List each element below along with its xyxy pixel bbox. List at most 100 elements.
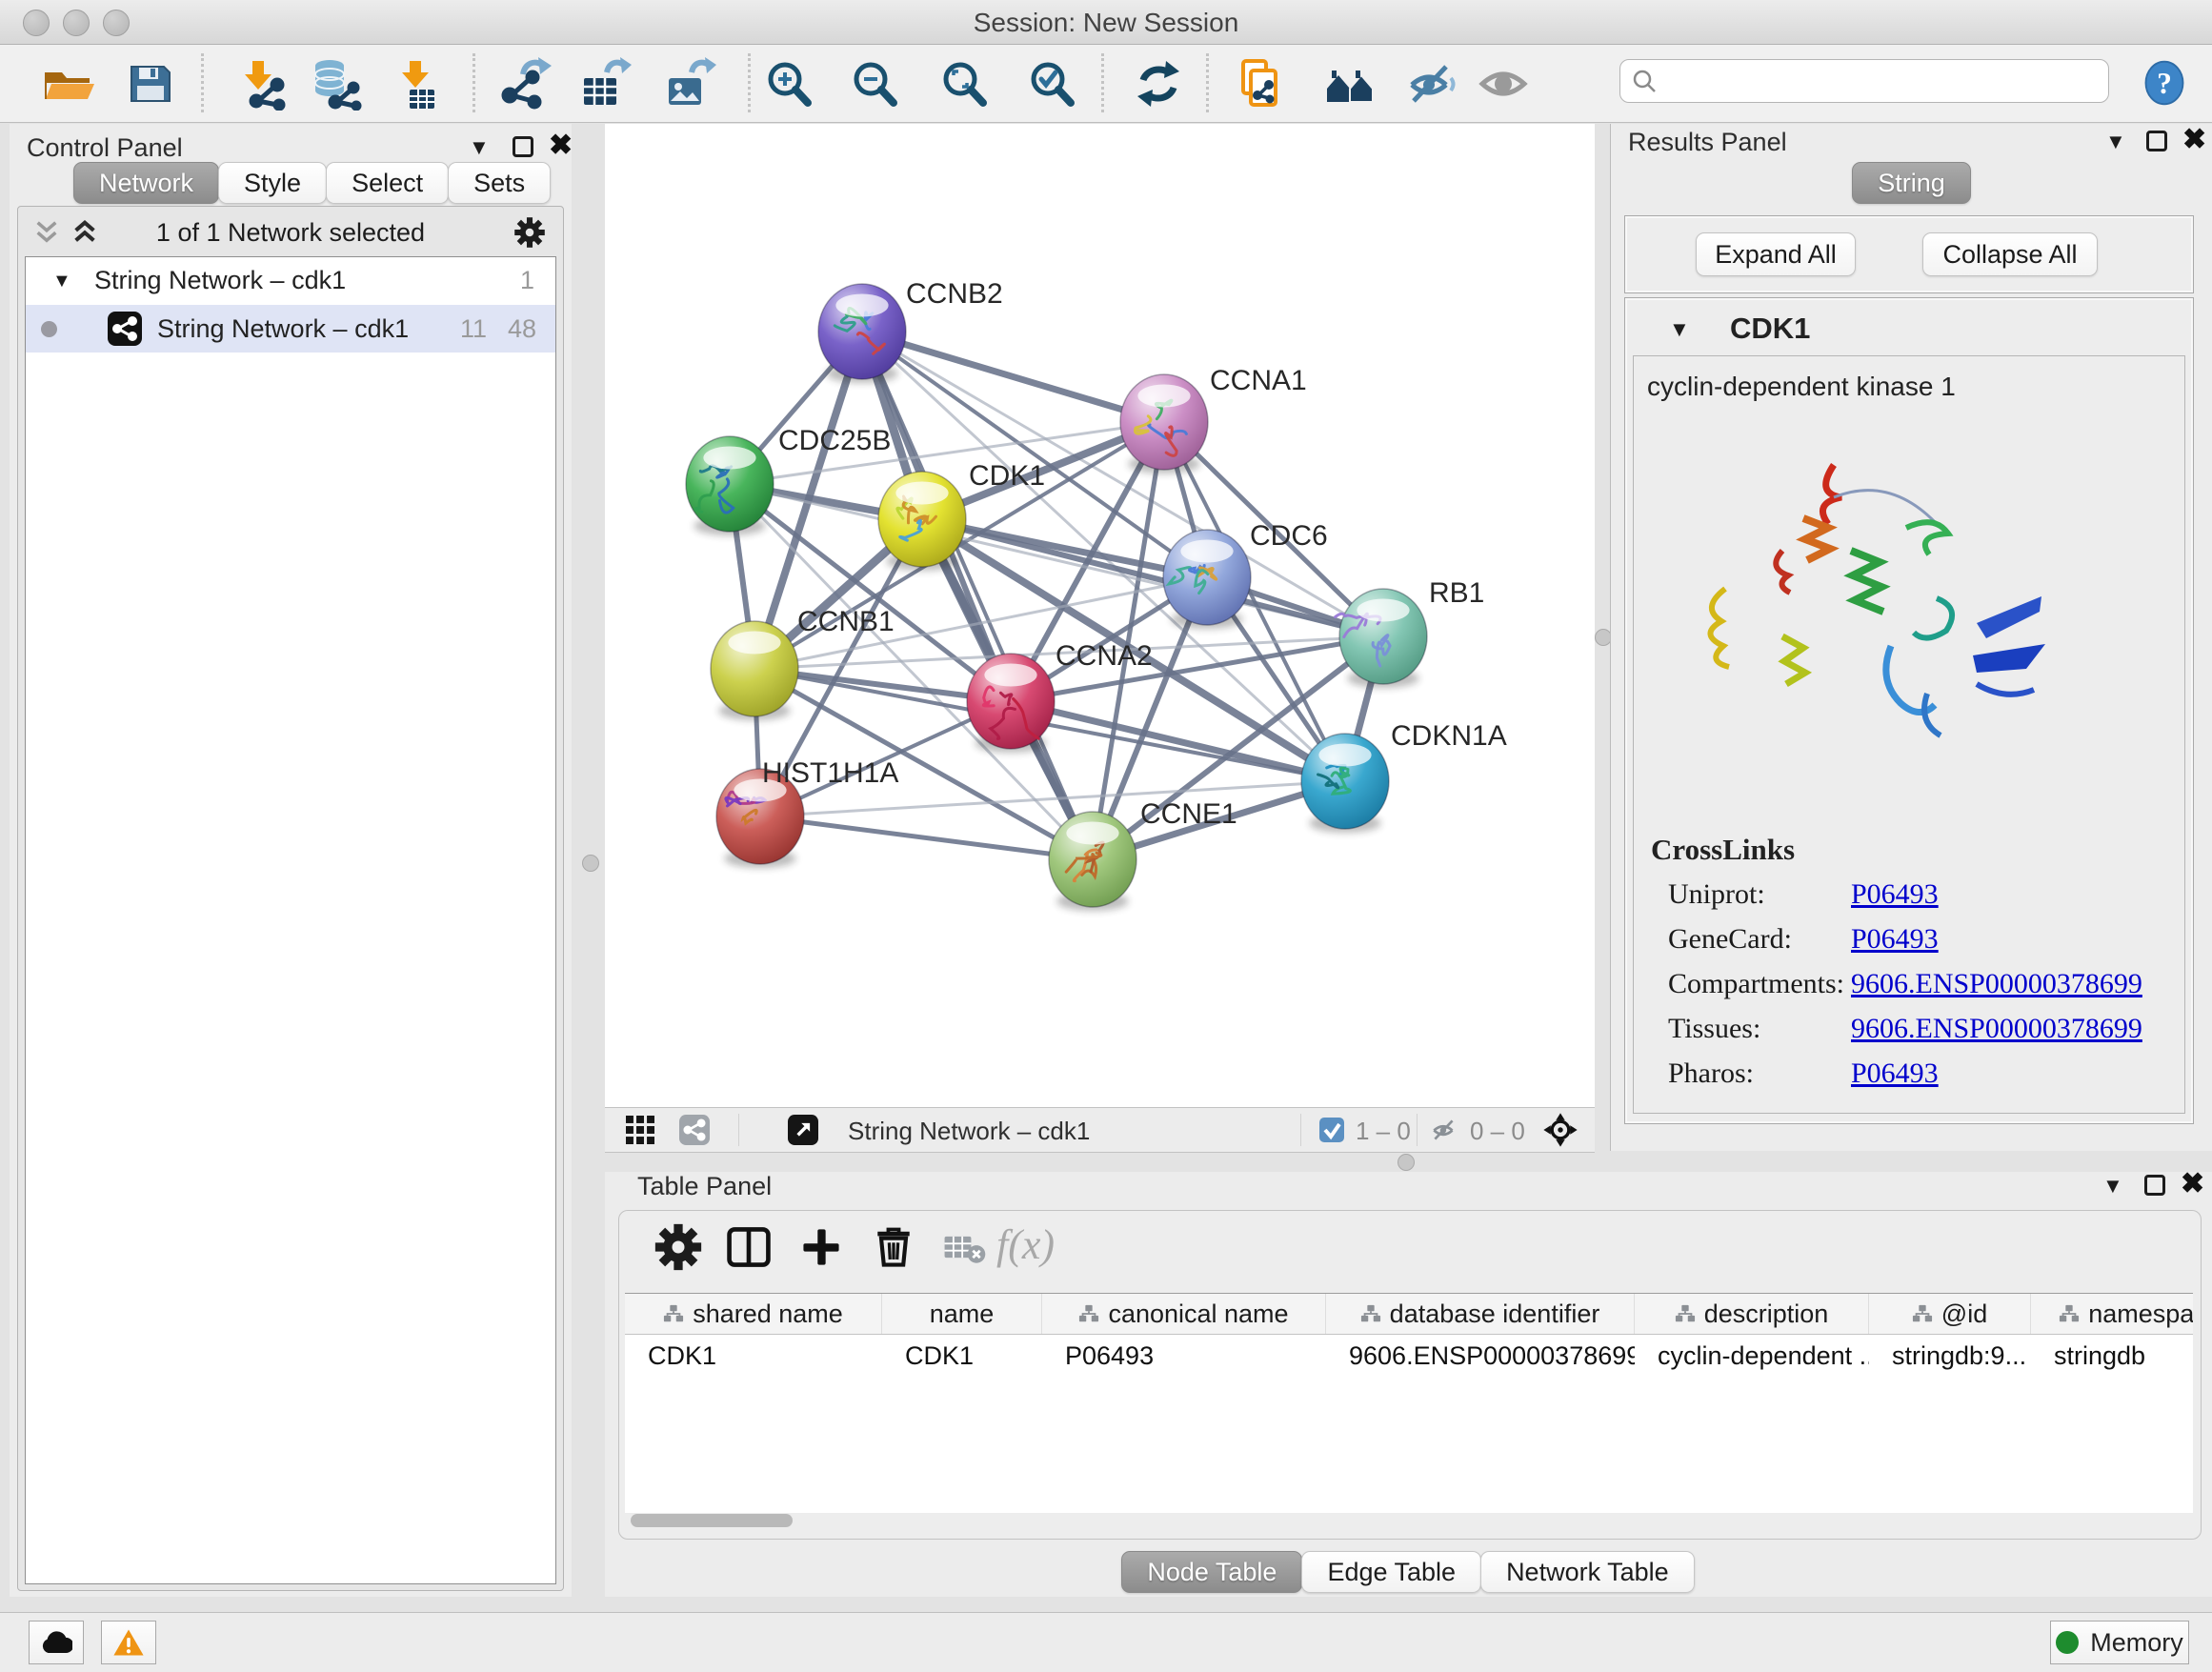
search-field[interactable] bbox=[1619, 59, 2109, 103]
warnings-button[interactable] bbox=[101, 1621, 156, 1664]
network-edge[interactable] bbox=[760, 816, 1093, 859]
grid-view-icon[interactable] bbox=[626, 1116, 654, 1149]
column-header-namespace[interactable]: namespace bbox=[2031, 1294, 2193, 1334]
crosslink-value-link[interactable]: P06493 bbox=[1851, 878, 1939, 911]
panel-menu-icon[interactable]: ▼ bbox=[469, 137, 490, 158]
tab-network[interactable]: Network bbox=[73, 162, 219, 204]
hide-selected-icon[interactable] bbox=[1404, 57, 1458, 111]
tab-network-table[interactable]: Network Table bbox=[1480, 1551, 1695, 1593]
panel-float-icon[interactable] bbox=[513, 136, 533, 157]
table-cell[interactable]: 9606.ENSP00000378699 bbox=[1326, 1335, 1635, 1377]
refresh-view-icon[interactable] bbox=[1132, 57, 1185, 111]
tab-edge-table[interactable]: Edge Table bbox=[1301, 1551, 1481, 1593]
network-row-selected[interactable]: String Network – cdk1 11 48 bbox=[26, 305, 555, 353]
column-header--id[interactable]: @id bbox=[1869, 1294, 2031, 1334]
collapse-all-button[interactable]: Collapse All bbox=[1922, 232, 2098, 276]
tree-expander-icon[interactable]: ▼ bbox=[52, 271, 71, 292]
tab-select[interactable]: Select bbox=[326, 162, 449, 204]
search-input[interactable] bbox=[1657, 66, 2070, 97]
add-column-icon[interactable] bbox=[796, 1222, 846, 1272]
horizontal-scrollbar[interactable] bbox=[631, 1514, 793, 1527]
help-icon[interactable]: ? bbox=[2140, 58, 2189, 108]
crosslink-value-link[interactable]: 9606.ENSP00000378699 bbox=[1851, 1013, 2142, 1045]
panel-float-icon[interactable] bbox=[2144, 1175, 2165, 1196]
show-columns-icon[interactable] bbox=[724, 1222, 774, 1272]
network-node-ccne1[interactable]: CCNE1 bbox=[1049, 798, 1237, 911]
panel-float-icon[interactable] bbox=[2146, 131, 2167, 151]
zoom-fit-icon[interactable] bbox=[937, 57, 991, 111]
open-session-icon[interactable] bbox=[41, 57, 94, 111]
column-header-canonical-name[interactable]: canonical name bbox=[1042, 1294, 1326, 1334]
node-description: cyclin-dependent kinase 1 bbox=[1647, 372, 1956, 402]
duplicate-network-icon[interactable] bbox=[1234, 57, 1287, 111]
show-hidden-icon[interactable] bbox=[1477, 57, 1530, 111]
detach-view-icon[interactable] bbox=[788, 1115, 818, 1150]
table-cell[interactable]: P06493 bbox=[1042, 1335, 1326, 1377]
network-node-cdk1[interactable]: CDK1 bbox=[878, 460, 1045, 571]
network-node-rb1[interactable]: RB1 bbox=[1336, 577, 1485, 688]
tab-node-table[interactable]: Node Table bbox=[1121, 1551, 1302, 1593]
toolbar-separator bbox=[1101, 53, 1104, 112]
table-cell[interactable]: CDK1 bbox=[625, 1335, 882, 1377]
cloud-button[interactable] bbox=[29, 1621, 84, 1664]
network-node-cdkn1a[interactable]: CDKN1A bbox=[1301, 720, 1507, 833]
node-label: CCNE1 bbox=[1140, 798, 1237, 830]
crosslink-value-link[interactable]: P06493 bbox=[1851, 923, 1939, 956]
hierarchy-icon bbox=[1675, 1303, 1696, 1324]
export-image-icon[interactable] bbox=[663, 57, 716, 111]
tab-style[interactable]: Style bbox=[218, 162, 327, 204]
column-header-name[interactable]: name bbox=[882, 1294, 1042, 1334]
crosslink-value-link[interactable]: 9606.ENSP00000378699 bbox=[1851, 968, 2142, 1000]
panel-close-icon[interactable]: ✖ bbox=[2181, 1172, 2204, 1197]
crosshair-icon[interactable] bbox=[1542, 1112, 1579, 1153]
table-cell[interactable]: stringdb bbox=[2031, 1335, 2193, 1377]
export-table-icon[interactable] bbox=[578, 57, 632, 111]
import-network-from-database-icon[interactable] bbox=[309, 57, 362, 111]
table-cell[interactable]: cyclin-dependent ... bbox=[1635, 1335, 1869, 1377]
node-table[interactable]: shared namenamecanonical namedatabase id… bbox=[625, 1293, 2193, 1513]
network-canvas[interactable]: CCNB2CCNA1CDC25BCDK1CDC6RB1CCNB1CCNA2CDK… bbox=[605, 124, 1595, 1107]
horizontal-splitter-handle[interactable] bbox=[1398, 1154, 1415, 1171]
memory-button[interactable]: Memory bbox=[2050, 1621, 2189, 1664]
hidden-eye-slash-icon[interactable] bbox=[1430, 1116, 1458, 1149]
crosslink-row: Pharos:P06493 bbox=[1668, 1058, 2182, 1102]
network-collection-row[interactable]: ▼ String Network – cdk1 1 bbox=[26, 257, 555, 305]
zoom-selected-icon[interactable] bbox=[1025, 57, 1078, 111]
delete-column-trash-icon[interactable] bbox=[869, 1222, 918, 1272]
save-session-icon[interactable] bbox=[124, 57, 177, 111]
table-settings-gear-icon[interactable] bbox=[654, 1222, 703, 1272]
tab-sets[interactable]: Sets bbox=[448, 162, 551, 204]
network-node-ccna1[interactable]: CCNA1 bbox=[1120, 365, 1307, 473]
table-cell[interactable]: CDK1 bbox=[882, 1335, 1042, 1377]
network-node-ccna2[interactable]: CCNA2 bbox=[967, 640, 1153, 753]
zoom-in-icon[interactable] bbox=[762, 57, 815, 111]
import-network-from-file-icon[interactable] bbox=[233, 57, 287, 111]
function-builder-icon[interactable]: f(x) bbox=[996, 1220, 1055, 1269]
network-edge[interactable] bbox=[1011, 701, 1345, 781]
zoom-out-icon[interactable] bbox=[848, 57, 901, 111]
panel-close-icon[interactable]: ✖ bbox=[2182, 128, 2206, 152]
network-options-gear-icon[interactable] bbox=[513, 216, 546, 253]
delete-table-icon[interactable] bbox=[939, 1222, 989, 1272]
panel-menu-icon[interactable]: ▼ bbox=[2102, 1176, 2123, 1197]
import-table-from-file-icon[interactable] bbox=[389, 57, 442, 111]
export-network-icon[interactable] bbox=[498, 57, 552, 111]
panel-menu-icon[interactable]: ▼ bbox=[2105, 131, 2126, 152]
column-header-shared-name[interactable]: shared name bbox=[625, 1294, 882, 1334]
selected-checkbox-icon[interactable] bbox=[1319, 1118, 1344, 1147]
panel-close-icon[interactable]: ✖ bbox=[549, 133, 573, 158]
network-node-cdc25b[interactable]: CDC25B bbox=[686, 425, 891, 535]
show-all-networks-icon[interactable] bbox=[1324, 57, 1377, 111]
table-row[interactable]: CDK1CDK1P064939606.ENSP00000378699cyclin… bbox=[625, 1335, 2193, 1377]
section-expander-icon[interactable]: ▼ bbox=[1669, 319, 1690, 340]
expand-all-button[interactable]: Expand All bbox=[1696, 232, 1856, 276]
network-graph[interactable]: CCNB2CCNA1CDC25BCDK1CDC6RB1CCNB1CCNA2CDK… bbox=[605, 124, 1595, 1107]
network-edge[interactable] bbox=[862, 332, 1164, 422]
column-header-database-identifier[interactable]: database identifier bbox=[1326, 1294, 1635, 1334]
table-cell[interactable]: stringdb:9... bbox=[1869, 1335, 2031, 1377]
crosslink-value-link[interactable]: P06493 bbox=[1851, 1058, 1939, 1090]
tab-string[interactable]: String bbox=[1852, 162, 1971, 204]
network-view-icon[interactable] bbox=[679, 1115, 710, 1150]
column-header-description[interactable]: description bbox=[1635, 1294, 1869, 1334]
left-splitter-handle[interactable] bbox=[582, 855, 599, 872]
